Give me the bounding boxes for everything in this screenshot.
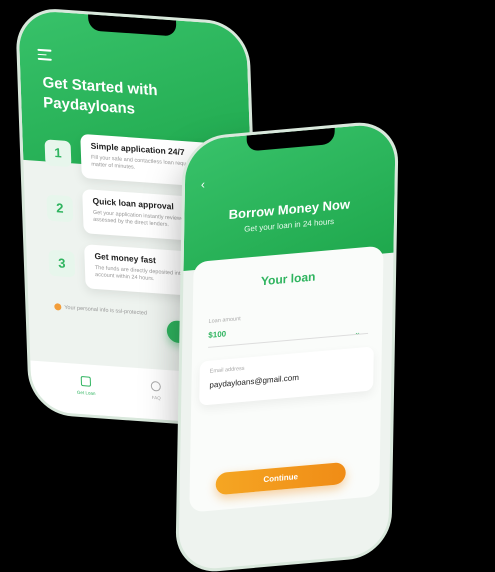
tab-home-label: Get Loan [76,389,96,397]
step-title: Get money fast [94,250,157,266]
divider [208,332,369,348]
step-number: 2 [46,194,74,223]
privacy-text: Your personal info is ssl-protected [64,304,148,317]
card-title: Your loan [260,269,316,289]
step-title: Quick loan approval [92,195,174,212]
loan-amount-label: Loan amount [208,316,241,325]
home-icon [80,376,92,387]
email-field[interactable]: Email address paydayloans@gmail.com [199,346,374,406]
faq-icon [150,380,161,392]
phone-borrow: ‹ Borrow Money Now Get your loan in 24 h… [178,122,396,572]
email-label: Email address [209,365,245,375]
tab-faq-label: FAQ [151,394,161,401]
loan-amount-select[interactable]: $100 [208,329,226,340]
tab-home[interactable]: Get Loan [71,375,102,396]
shield-icon [54,303,62,311]
tab-faq[interactable]: FAQ [141,380,172,401]
chevron-left-icon[interactable]: ‹ [201,177,205,191]
menu-icon[interactable] [37,48,52,61]
step-number: 3 [48,249,76,278]
chevron-down-icon[interactable]: ⌄ [354,328,361,338]
privacy-note: Your personal info is ssl-protected [54,303,148,317]
step-number: 1 [44,139,72,168]
email-value: paydayloans@gmail.com [209,372,300,390]
